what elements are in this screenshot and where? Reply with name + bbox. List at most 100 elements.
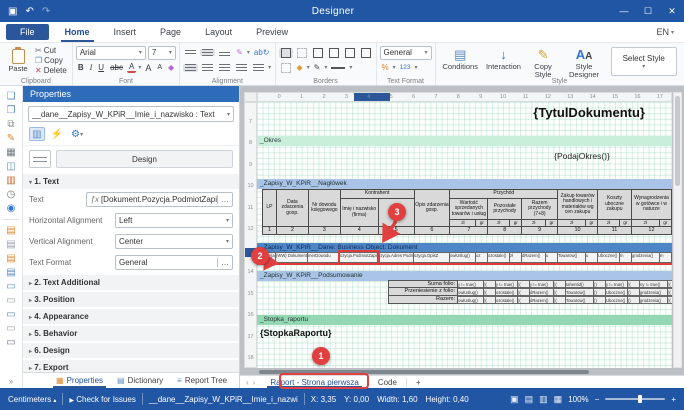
header-cell[interactable]: Wynagrodzenia w gotówce i w naturze bbox=[631, 190, 671, 220]
number-format-icon[interactable]: 123 bbox=[398, 64, 413, 71]
component-tool-icon[interactable]: ◷ bbox=[7, 188, 16, 201]
summary-cell[interactable]: )( bbox=[518, 296, 530, 304]
redo-icon[interactable]: ↷ bbox=[42, 6, 50, 17]
bold-button[interactable]: B bbox=[76, 63, 86, 72]
left-border-icon[interactable] bbox=[311, 48, 325, 58]
line-spacing-icon[interactable] bbox=[251, 64, 266, 72]
summary-cell[interactable]: Towarow() bbox=[566, 296, 594, 304]
check-for-issues-button[interactable]: ▶ Check for Issues bbox=[69, 395, 135, 404]
select-style-gallery[interactable]: Select Style ▾ bbox=[611, 47, 677, 76]
band-tool-icon[interactable]: ▤ bbox=[6, 252, 15, 265]
copy-button[interactable]: ❐Copy bbox=[33, 56, 69, 65]
language-selector[interactable]: EN▾ bbox=[656, 22, 684, 42]
header-cell[interactable]: Razem przychody (7+8) bbox=[522, 199, 558, 220]
zl-cell[interactable]: zł bbox=[522, 220, 546, 227]
number-cell[interactable]: 8 bbox=[488, 227, 522, 235]
italic-button[interactable]: I bbox=[88, 63, 95, 72]
summary-cell[interactable]: )( bbox=[518, 288, 530, 296]
summary-cell[interactable]: )( bbox=[484, 288, 496, 296]
style-designer-button[interactable]: AA Style Designer bbox=[561, 45, 607, 75]
document-title-field[interactable]: {TytulDokumentu} bbox=[457, 105, 645, 120]
number-cell[interactable]: 3 bbox=[308, 227, 340, 235]
summary-cell[interactable]: owiUslug() bbox=[458, 288, 484, 296]
summary-cell[interactable]: )( bbox=[628, 280, 640, 288]
collapsed-section-header[interactable]: ▸ 4. Appearance bbox=[23, 309, 239, 324]
text-expression-more-button[interactable]: … bbox=[217, 195, 229, 204]
underline-button[interactable]: U bbox=[96, 63, 106, 72]
units-selector[interactable]: Centimeters ▴ bbox=[8, 395, 56, 404]
page-tab-next-icon[interactable]: › bbox=[253, 378, 256, 387]
vertical-scrollbar-thumb[interactable] bbox=[675, 96, 680, 186]
summary-cell[interactable]: y != true() bbox=[496, 280, 518, 288]
component-tool-icon[interactable]: ▦ bbox=[6, 146, 15, 159]
strikethrough-button[interactable]: abc bbox=[108, 63, 125, 72]
report-footer-field[interactable]: {StopkaRaportu} bbox=[260, 328, 332, 338]
component-tool-icon[interactable]: ◫ bbox=[6, 160, 15, 173]
component-tool-icon[interactable]: ❐ bbox=[7, 104, 16, 117]
summary-cell[interactable]: () bbox=[594, 296, 606, 304]
gr-cell[interactable]: gr bbox=[586, 220, 598, 227]
number-cell[interactable]: 6 bbox=[414, 227, 450, 235]
band-tool-icon[interactable]: ▤ bbox=[6, 266, 15, 279]
zoom-slider[interactable] bbox=[605, 398, 665, 400]
data-cell[interactable]: dRazem() bbox=[522, 252, 546, 263]
header-cell[interactable]: LP bbox=[263, 190, 277, 227]
component-tool-icon[interactable]: ⧉ bbox=[7, 118, 14, 131]
summary-cell[interactable]: )( bbox=[554, 288, 566, 296]
kpir-header-table[interactable]: LP Data zdarzenia gosp. Nr dowodu księgo… bbox=[262, 189, 672, 235]
band-tool-icon[interactable]: ▭ bbox=[6, 322, 15, 335]
summary-cell[interactable]: Towarow() bbox=[566, 288, 594, 296]
summary-cell[interactable]: y != true() bbox=[530, 280, 554, 288]
data-cell[interactable]: {WW} Dokument.P bbox=[276, 252, 308, 263]
tab-file[interactable]: File bbox=[6, 24, 49, 40]
header-cell[interactable]: Wartość sprzedanych towarów i usług bbox=[450, 199, 488, 220]
collapsed-section-header[interactable]: ▸ 6. Design bbox=[23, 343, 239, 358]
properties-view-icon[interactable]: ▥ bbox=[29, 127, 45, 141]
outer-border-icon[interactable] bbox=[279, 63, 293, 73]
summary-cell[interactable]: dRazem() bbox=[530, 288, 554, 296]
summary-cell[interactable]: grodzenia() bbox=[640, 288, 668, 296]
align-middle-icon[interactable] bbox=[200, 49, 215, 56]
bottom-border-icon[interactable] bbox=[359, 48, 373, 58]
data-cell[interactable]: merDowodu bbox=[308, 252, 340, 263]
gr-cell[interactable]: gr bbox=[546, 220, 558, 227]
text-format-combo[interactable]: General▾ bbox=[380, 46, 432, 60]
tab-insert[interactable]: Insert bbox=[102, 22, 149, 42]
summary-cell[interactable]: )( bbox=[484, 296, 496, 304]
band-okres[interactable]: _Okres bbox=[257, 136, 672, 146]
band-naglowek[interactable]: _Zapisy_W_KPiR__Nagłówek bbox=[257, 179, 672, 189]
header-cell[interactable]: Imię i nazwisko (firma) bbox=[340, 199, 378, 227]
events-view-icon[interactable]: ⚡ bbox=[49, 127, 65, 141]
zoom-in-button[interactable]: + bbox=[671, 395, 676, 404]
selected-component-combo[interactable]: __dane__Zapisy_W_KPiR__Imie_i_nazwisko :… bbox=[28, 106, 234, 122]
gr-cell[interactable]: gr bbox=[619, 220, 631, 227]
summary-cell[interactable]: )( bbox=[668, 296, 672, 304]
cut-button[interactable]: ✂Cut bbox=[33, 46, 69, 55]
zl-cell[interactable]: zł bbox=[450, 220, 476, 227]
number-cell[interactable]: 5 bbox=[378, 227, 414, 235]
summary-cell[interactable]: ny != true() bbox=[640, 280, 668, 288]
undo-icon[interactable]: ↶ bbox=[25, 6, 33, 17]
zl-cell[interactable]: zł bbox=[598, 220, 620, 227]
collapsed-section-header[interactable]: ▸ 3. Position bbox=[23, 292, 239, 307]
data-cell[interactable]: grodzenia() bbox=[632, 252, 660, 263]
header-cell[interactable]: Koszty uboczne zakupu bbox=[598, 190, 632, 220]
all-borders-icon[interactable] bbox=[279, 48, 293, 58]
zl-cell[interactable]: zł bbox=[631, 220, 659, 227]
data-cell[interactable]: m bbox=[620, 252, 632, 263]
component-tool-icon[interactable]: ◉ bbox=[7, 202, 16, 215]
copy-style-button[interactable]: ✎ Copy Style bbox=[525, 45, 561, 75]
halign-select[interactable]: Left▾ bbox=[115, 213, 233, 228]
number-cell[interactable]: 9 bbox=[522, 227, 558, 235]
zoom-out-button[interactable]: − bbox=[595, 395, 600, 404]
summary-cell[interactable]: )( bbox=[554, 280, 566, 288]
data-cell[interactable]: ozycja.OpisZ bbox=[414, 252, 450, 263]
summary-cell[interactable]: Uboczne() bbox=[606, 288, 628, 296]
page-tab-prev-icon[interactable]: ‹ bbox=[246, 378, 249, 387]
tab-report-tree[interactable]: ≡ Report Tree bbox=[170, 373, 234, 388]
design-button[interactable]: Design bbox=[56, 150, 233, 168]
conditions-button[interactable]: ▤ Conditions bbox=[439, 45, 482, 75]
number-cell[interactable]: 4 bbox=[340, 227, 378, 235]
align-left-icon[interactable] bbox=[183, 64, 198, 72]
maximize-button[interactable]: ☐ bbox=[636, 0, 660, 22]
